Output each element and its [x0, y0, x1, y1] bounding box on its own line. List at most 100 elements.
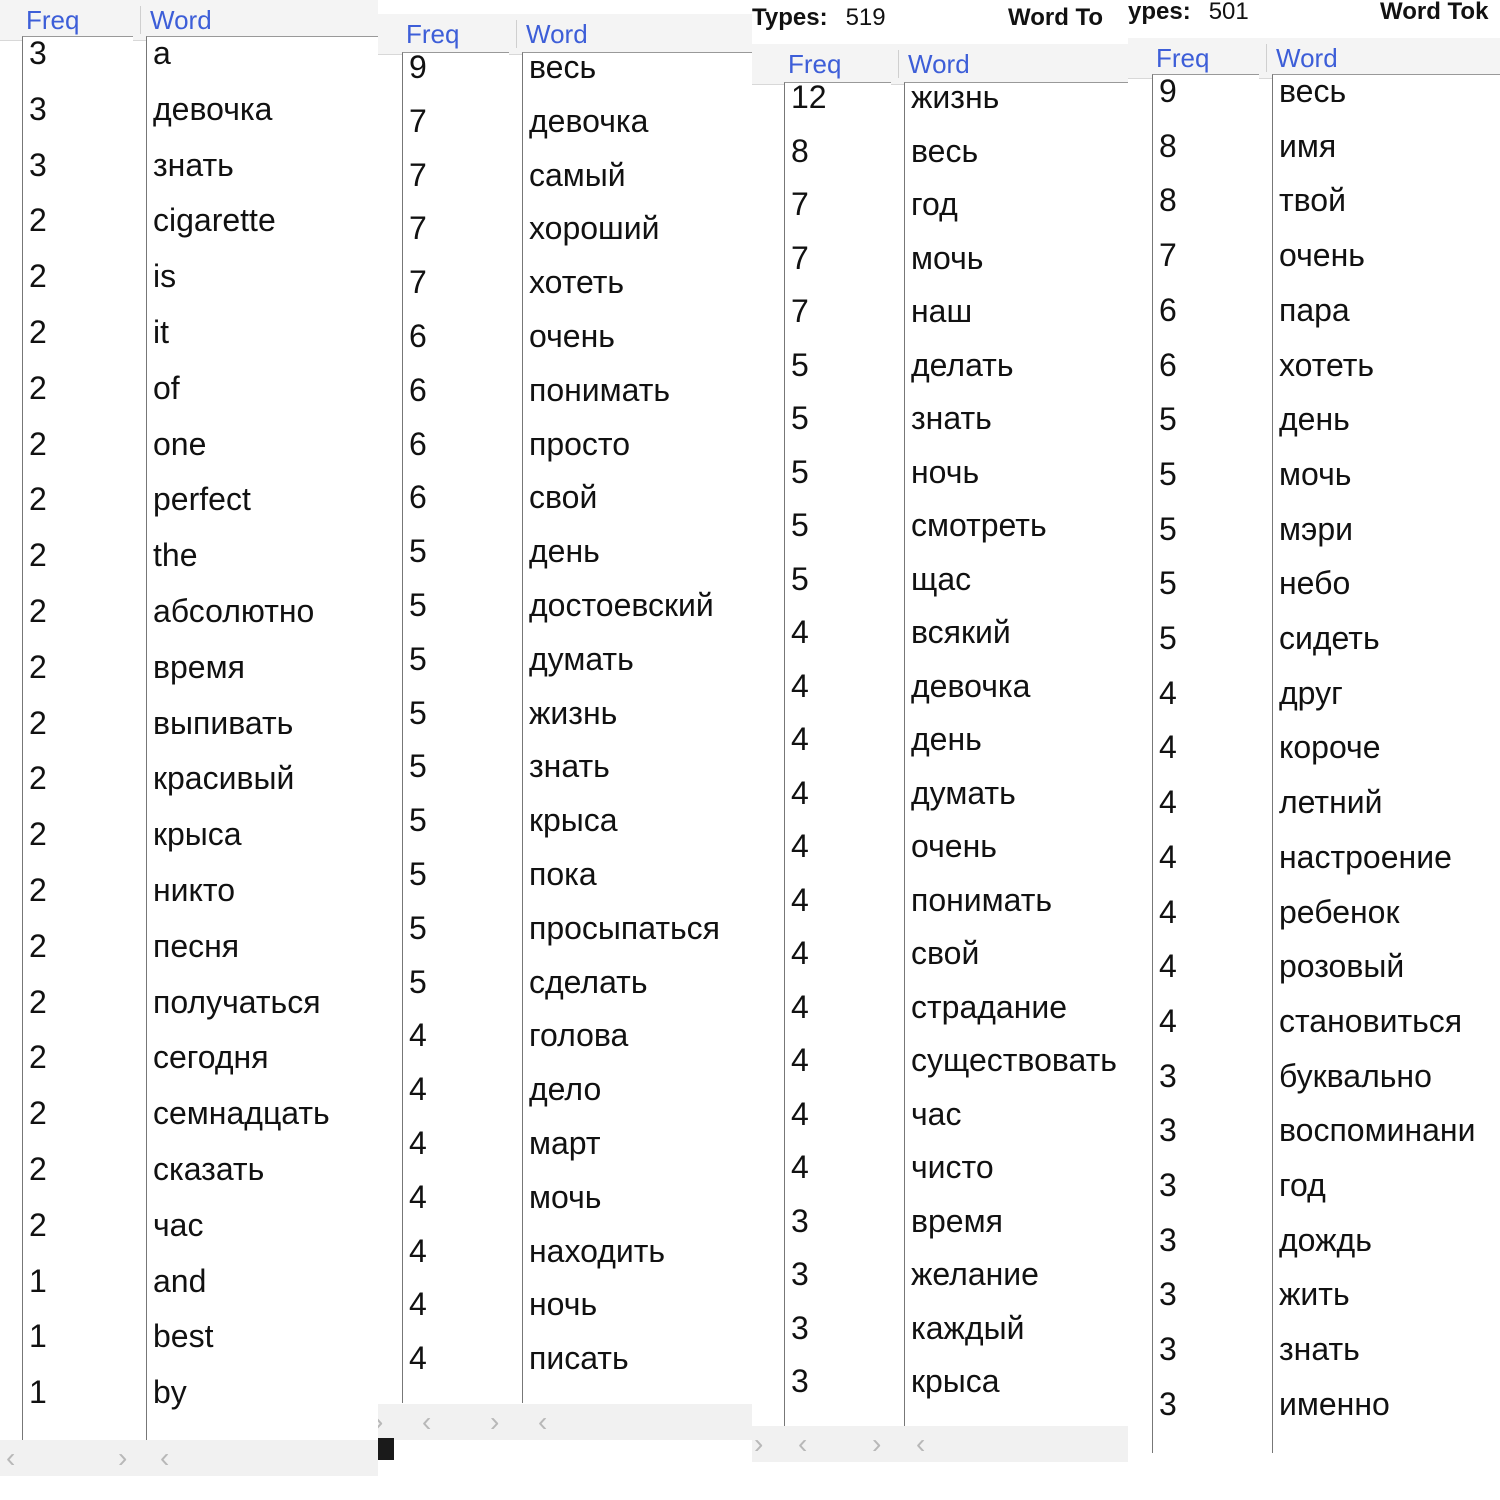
- word-cell[interactable]: сказать: [153, 1149, 264, 1189]
- word-cell[interactable]: просыпаться: [529, 908, 720, 948]
- word-cell[interactable]: смотреть: [911, 505, 1047, 545]
- freq-cell[interactable]: 4: [791, 666, 809, 706]
- freq-cell[interactable]: 4: [791, 719, 809, 759]
- freq-cell[interactable]: 2: [29, 591, 47, 631]
- header-divider[interactable]: [898, 50, 899, 78]
- horizontal-scrollbar[interactable]: ‹ › ‹: [0, 1440, 378, 1476]
- word-cell[interactable]: очень: [1279, 235, 1365, 275]
- freq-cell[interactable]: 4: [791, 773, 809, 813]
- freq-cell[interactable]: 3: [1159, 1220, 1177, 1260]
- word-cell[interactable]: хотеть: [529, 262, 624, 302]
- word-cell[interactable]: выпивать: [153, 703, 293, 743]
- word-cell[interactable]: очень: [911, 826, 997, 866]
- word-cell[interactable]: весь: [1279, 71, 1346, 111]
- freq-cell[interactable]: 2: [29, 368, 47, 408]
- word-cell[interactable]: a: [153, 33, 171, 73]
- freq-cell[interactable]: 7: [409, 101, 427, 141]
- freq-cell[interactable]: 5: [791, 505, 809, 545]
- freq-cell[interactable]: 2: [29, 814, 47, 854]
- word-cell[interactable]: ночь: [911, 452, 979, 492]
- freq-cell[interactable]: 5: [409, 693, 427, 733]
- freq-cell[interactable]: 5: [409, 585, 427, 625]
- freq-cell[interactable]: 5: [1159, 454, 1177, 494]
- word-cell[interactable]: становиться: [1279, 1001, 1462, 1041]
- word-cell[interactable]: жизнь: [911, 77, 999, 117]
- freq-cell[interactable]: 6: [1159, 345, 1177, 385]
- freq-cell[interactable]: 1: [29, 1372, 47, 1412]
- freq-cell[interactable]: 4: [1159, 727, 1177, 767]
- scroll-right-icon[interactable]: ›: [872, 1428, 881, 1460]
- freq-cell[interactable]: 5: [791, 559, 809, 599]
- word-cell[interactable]: год: [911, 184, 958, 224]
- freq-cell[interactable]: 6: [1159, 290, 1177, 330]
- freq-cell[interactable]: 2: [29, 479, 47, 519]
- freq-cell[interactable]: 1: [29, 1316, 47, 1356]
- freq-cell[interactable]: 3: [29, 33, 47, 73]
- word-cell[interactable]: жить: [1279, 1274, 1350, 1314]
- freq-cell[interactable]: 4: [409, 1123, 427, 1163]
- freq-cell[interactable]: 2: [29, 1037, 47, 1077]
- word-cell[interactable]: хотеть: [1279, 345, 1374, 385]
- freq-cell[interactable]: 5: [409, 908, 427, 948]
- freq-cell[interactable]: 5: [791, 398, 809, 438]
- word-cell[interactable]: твой: [1279, 180, 1346, 220]
- header-divider[interactable]: [1266, 44, 1267, 72]
- scroll-right-icon[interactable]: ›: [378, 1406, 383, 1438]
- freq-cell[interactable]: 8: [1159, 180, 1177, 220]
- freq-cell[interactable]: 12: [791, 77, 827, 117]
- word-cell[interactable]: ночь: [529, 1284, 597, 1324]
- word-cell[interactable]: one: [153, 424, 206, 464]
- freq-cell[interactable]: 4: [1159, 837, 1177, 877]
- word-cell[interactable]: щас: [911, 559, 971, 599]
- freq-cell[interactable]: 4: [409, 1338, 427, 1378]
- word-cell[interactable]: очень: [529, 316, 615, 356]
- freq-cell[interactable]: 3: [791, 1308, 809, 1348]
- freq-cell[interactable]: 3: [1159, 1165, 1177, 1205]
- word-cell[interactable]: it: [153, 312, 169, 352]
- word-cell[interactable]: время: [911, 1201, 1003, 1241]
- freq-cell[interactable]: 3: [1159, 1274, 1177, 1314]
- word-cell[interactable]: именно: [1279, 1384, 1390, 1424]
- word-cell[interactable]: мочь: [911, 238, 983, 278]
- word-cell[interactable]: крыса: [911, 1361, 1000, 1401]
- word-cell[interactable]: красивый: [153, 758, 294, 798]
- word-cell[interactable]: знать: [911, 398, 992, 438]
- freq-cell[interactable]: 2: [29, 647, 47, 687]
- freq-cell[interactable]: 2: [29, 312, 47, 352]
- word-cell[interactable]: свой: [911, 933, 979, 973]
- word-cell[interactable]: by: [153, 1372, 187, 1412]
- word-cell[interactable]: воспоминани: [1279, 1110, 1475, 1150]
- word-cell[interactable]: крыса: [529, 800, 618, 840]
- word-cell[interactable]: девочка: [529, 101, 648, 141]
- freq-cell[interactable]: 3: [791, 1201, 809, 1241]
- freq-cell[interactable]: 4: [409, 1069, 427, 1109]
- freq-cell[interactable]: 4: [409, 1177, 427, 1217]
- freq-cell[interactable]: 8: [791, 131, 809, 171]
- word-cell[interactable]: розовый: [1279, 946, 1404, 986]
- word-cell[interactable]: настроение: [1279, 837, 1452, 877]
- scroll-left-icon[interactable]: ‹: [916, 1428, 925, 1460]
- word-cell[interactable]: час: [153, 1205, 203, 1245]
- word-cell[interactable]: находить: [529, 1231, 665, 1271]
- word-cell[interactable]: знать: [1279, 1329, 1360, 1369]
- word-cell[interactable]: небо: [1279, 563, 1350, 603]
- word-cell[interactable]: всякий: [911, 612, 1011, 652]
- word-cell[interactable]: ребенок: [1279, 892, 1399, 932]
- freq-cell[interactable]: 4: [1159, 1001, 1177, 1041]
- word-cell[interactable]: чисто: [911, 1147, 994, 1187]
- freq-cell[interactable]: 2: [29, 256, 47, 296]
- freq-cell[interactable]: 2: [29, 1093, 47, 1133]
- word-cell[interactable]: друг: [1279, 673, 1343, 713]
- freq-cell[interactable]: 4: [409, 1284, 427, 1324]
- word-cell[interactable]: знать: [153, 145, 234, 185]
- freq-cell[interactable]: 5: [409, 800, 427, 840]
- word-cell[interactable]: мочь: [1279, 454, 1351, 494]
- freq-cell[interactable]: 4: [409, 1015, 427, 1055]
- freq-cell[interactable]: 2: [29, 200, 47, 240]
- word-cell[interactable]: понимать: [529, 370, 670, 410]
- word-cell[interactable]: perfect: [153, 479, 251, 519]
- freq-cell[interactable]: 5: [409, 962, 427, 1002]
- freq-cell[interactable]: 2: [29, 424, 47, 464]
- word-cell[interactable]: of: [153, 368, 180, 408]
- freq-cell[interactable]: 4: [791, 987, 809, 1027]
